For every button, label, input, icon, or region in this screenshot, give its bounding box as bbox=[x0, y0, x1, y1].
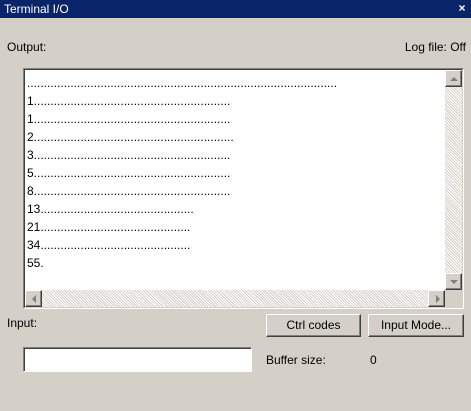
horizontal-scrollbar[interactable] bbox=[25, 290, 445, 307]
buffer-size-label: Buffer size: bbox=[266, 353, 326, 367]
output-area[interactable]: ........................................… bbox=[23, 68, 464, 309]
buffer-size-value: 0 bbox=[370, 353, 377, 367]
output-line: 13......................................… bbox=[27, 202, 194, 216]
output-line: 21......................................… bbox=[27, 220, 191, 234]
scroll-down-button[interactable] bbox=[445, 273, 462, 290]
arrow-up-icon bbox=[450, 77, 458, 81]
scroll-up-button[interactable] bbox=[445, 70, 462, 87]
output-line: 55. bbox=[27, 256, 44, 270]
output-line: 1.......................................… bbox=[27, 112, 231, 126]
title-bar[interactable]: Terminal I/O × bbox=[0, 0, 471, 18]
output-line: 3.......................................… bbox=[27, 148, 231, 162]
input-label: Input: bbox=[7, 316, 38, 330]
close-icon[interactable]: × bbox=[456, 2, 468, 15]
window-title: Terminal I/O bbox=[4, 2, 69, 16]
output-line: 5.......................................… bbox=[27, 166, 231, 180]
scroll-left-button[interactable] bbox=[25, 290, 42, 307]
scroll-right-button[interactable] bbox=[428, 290, 445, 307]
output-label: Output: bbox=[7, 40, 47, 54]
output-line: 8.......................................… bbox=[27, 184, 231, 198]
output-text: ........................................… bbox=[27, 74, 441, 289]
vertical-scrollbar[interactable] bbox=[445, 70, 462, 290]
input-mode-button[interactable]: Input Mode... bbox=[368, 314, 464, 337]
output-line: 2.......................................… bbox=[27, 130, 234, 144]
arrow-left-icon bbox=[32, 295, 36, 303]
ctrl-codes-button[interactable]: Ctrl codes bbox=[266, 314, 361, 337]
terminal-io-window: Terminal I/O × Output: Log file: Off ...… bbox=[0, 0, 471, 411]
arrow-right-icon bbox=[436, 295, 440, 303]
scrollbar-corner bbox=[445, 290, 462, 307]
output-line: ........................................… bbox=[27, 76, 338, 90]
output-line: 1.......................................… bbox=[27, 94, 231, 108]
log-file-status: Log file: Off bbox=[404, 40, 466, 54]
input-box bbox=[23, 347, 252, 372]
output-line: 34......................................… bbox=[27, 238, 191, 252]
terminal-input-field[interactable] bbox=[24, 348, 251, 371]
arrow-down-icon bbox=[450, 280, 458, 284]
